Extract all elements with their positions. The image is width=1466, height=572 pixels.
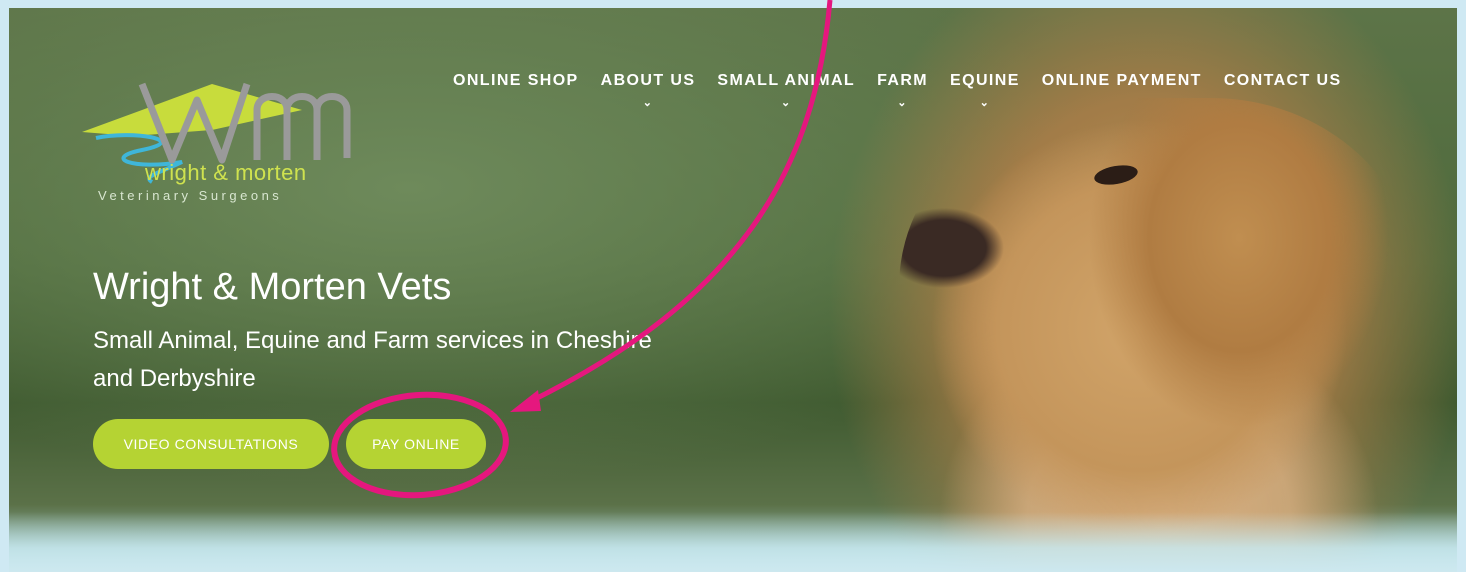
dog-photo [899, 98, 1419, 572]
pay-online-button[interactable]: PAY ONLINE [346, 419, 486, 469]
nav-contact-us[interactable]: CONTACT US [1224, 72, 1342, 90]
logo-name: wright & morten [145, 160, 307, 185]
nav-online-shop[interactable]: ONLINE SHOP [453, 72, 579, 90]
main-nav: ONLINE SHOP ABOUT US ⌄ SMALL ANIMAL ⌄ FA… [453, 72, 1342, 109]
video-consultations-button[interactable]: VIDEO CONSULTATIONS [93, 419, 329, 469]
nav-online-payment[interactable]: ONLINE PAYMENT [1042, 72, 1202, 90]
bottom-fade [9, 512, 1457, 572]
nav-label: ONLINE PAYMENT [1041, 72, 1202, 89]
nav-label: SMALL ANIMAL [717, 72, 856, 89]
chevron-down-icon[interactable]: ⌄ [643, 96, 654, 109]
chevron-down-icon[interactable]: ⌄ [897, 96, 908, 109]
nav-equine[interactable]: EQUINE ⌄ [950, 72, 1020, 109]
chevron-down-icon[interactable]: ⌄ [781, 96, 792, 109]
nav-label: FARM [877, 72, 929, 89]
hero-subtitle: Small Animal, Equine and Farm services i… [93, 327, 652, 392]
nav-farm[interactable]: FARM ⌄ [877, 72, 929, 109]
page-title: Wright & Morten Vets [93, 266, 452, 308]
chevron-down-icon[interactable]: ⌄ [980, 96, 991, 109]
nav-small-animal[interactable]: SMALL ANIMAL ⌄ [717, 72, 856, 109]
nav-label: ABOUT US [600, 72, 696, 89]
nav-label: CONTACT US [1223, 72, 1342, 89]
logo-tagline: Veterinary Surgeons [98, 188, 283, 203]
nav-label: EQUINE [950, 72, 1020, 89]
nav-label: ONLINE SHOP [453, 72, 579, 89]
nav-about-us[interactable]: ABOUT US ⌄ [600, 72, 696, 109]
